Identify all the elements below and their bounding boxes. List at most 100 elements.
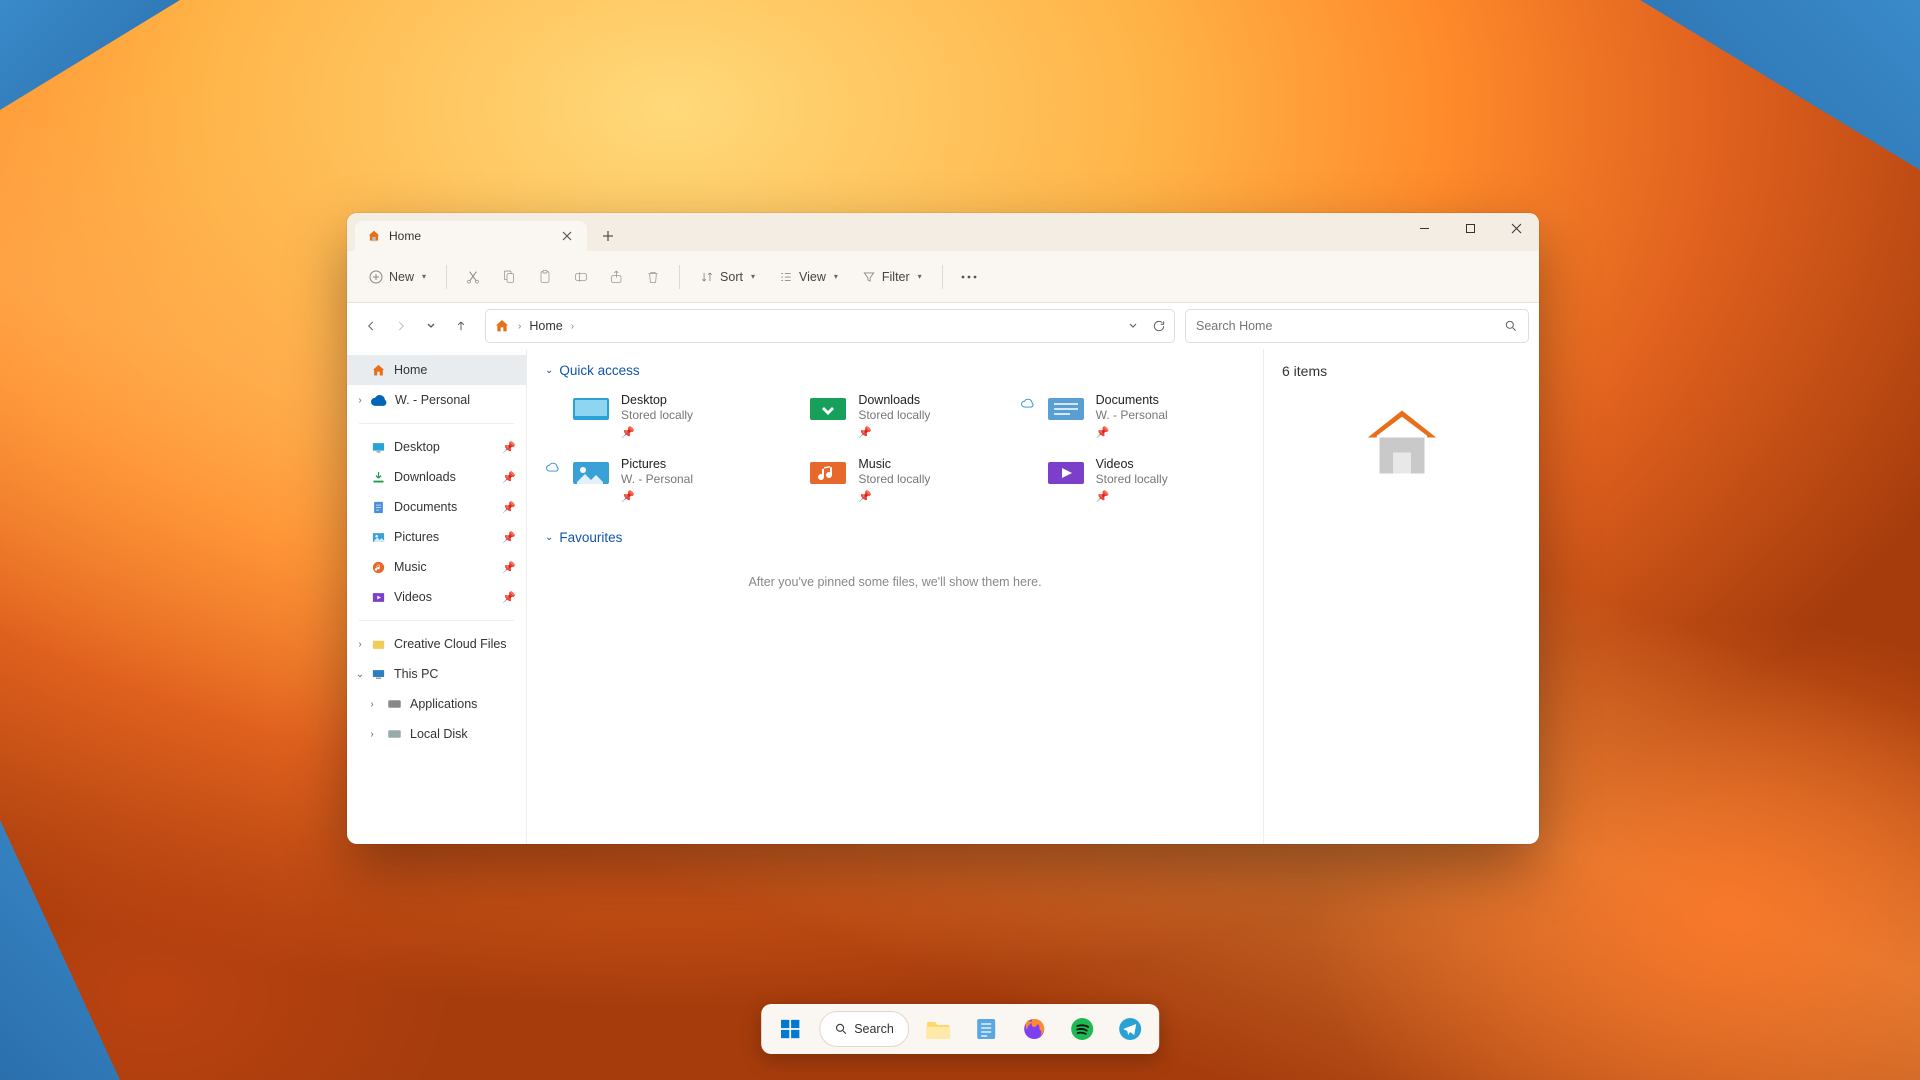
- section-quick-access[interactable]: ⌄ Quick access: [545, 363, 1245, 378]
- drive-icon: [387, 729, 402, 739]
- sidebar-item-videos[interactable]: Videos📌: [347, 582, 526, 612]
- videos-folder-icon: [1046, 456, 1086, 488]
- tab-close-button[interactable]: [559, 228, 575, 244]
- section-title: Quick access: [559, 363, 639, 378]
- sidebar-item-downloads[interactable]: Downloads📌: [347, 462, 526, 492]
- delete-button[interactable]: [637, 263, 669, 291]
- chevron-down-icon: ⌄: [353, 669, 367, 680]
- chevron-down-icon[interactable]: [1128, 321, 1138, 331]
- sync-badge: [782, 392, 798, 398]
- paste-icon: [537, 269, 553, 285]
- more-button[interactable]: [953, 269, 985, 285]
- chevron-right-icon: ›: [353, 639, 367, 650]
- sort-button[interactable]: Sort▾: [690, 264, 765, 290]
- pin-icon: 📌: [502, 441, 516, 454]
- cut-button[interactable]: [457, 263, 489, 291]
- downloads-folder-icon: [808, 392, 848, 424]
- pin-icon: 📌: [858, 426, 930, 440]
- quick-access-item[interactable]: Downloads Stored locally 📌: [782, 388, 1007, 444]
- view-button[interactable]: View▾: [769, 264, 848, 290]
- quick-access-item[interactable]: Pictures W. - Personal 📌: [545, 452, 770, 508]
- taskbar-notepad[interactable]: [967, 1010, 1005, 1048]
- home-large-icon: [1357, 397, 1447, 487]
- up-button[interactable]: [447, 312, 475, 340]
- new-label: New: [389, 270, 414, 284]
- copy-button[interactable]: [493, 263, 525, 291]
- item-location: Stored locally: [858, 472, 930, 488]
- back-button[interactable]: [357, 312, 385, 340]
- section-title: Favourites: [559, 530, 622, 545]
- sidebar-item-local-disk[interactable]: › Local Disk: [347, 719, 526, 749]
- favourites-empty-text: After you've pinned some files, we'll sh…: [545, 555, 1245, 609]
- toolbar-separator: [679, 265, 680, 289]
- start-button[interactable]: [771, 1010, 809, 1048]
- details-pane: 6 items: [1263, 349, 1539, 844]
- search-icon: [834, 1022, 848, 1036]
- sync-badge: [1020, 456, 1036, 462]
- search-box[interactable]: [1185, 309, 1529, 343]
- windows-icon: [779, 1018, 801, 1040]
- new-button[interactable]: New▾: [359, 264, 436, 290]
- minimize-button[interactable]: [1401, 213, 1447, 243]
- sidebar-item-creative-cloud[interactable]: ›Creative Cloud Files: [347, 629, 526, 659]
- taskbar-search[interactable]: Search: [819, 1011, 909, 1047]
- sidebar-item-label: Music: [394, 560, 427, 574]
- cut-icon: [465, 269, 481, 285]
- sidebar-item-music[interactable]: Music📌: [347, 552, 526, 582]
- sidebar-item-label: Local Disk: [410, 727, 468, 741]
- new-tab-button[interactable]: [593, 221, 623, 251]
- sidebar-item-documents[interactable]: Documents 📌: [347, 492, 526, 522]
- section-favourites[interactable]: ⌄ Favourites: [545, 530, 1245, 545]
- recent-button[interactable]: [417, 312, 445, 340]
- chevron-right-icon: ›: [518, 321, 521, 332]
- item-count: 6 items: [1282, 363, 1521, 379]
- taskbar-firefox[interactable]: [1015, 1010, 1053, 1048]
- quick-access-item[interactable]: Music Stored locally 📌: [782, 452, 1007, 508]
- sidebar-item-pictures[interactable]: Pictures📌: [347, 522, 526, 552]
- taskbar-spotify[interactable]: [1063, 1010, 1101, 1048]
- drive-icon: [387, 699, 402, 709]
- sidebar-item-label: Pictures: [394, 530, 439, 544]
- maximize-button[interactable]: [1447, 213, 1493, 243]
- taskbar-explorer[interactable]: [919, 1010, 957, 1048]
- search-icon: [1504, 319, 1518, 333]
- sidebar-item-onedrive[interactable]: › W. - Personal: [347, 385, 526, 415]
- pin-icon: 📌: [621, 490, 693, 504]
- rename-button[interactable]: [565, 263, 597, 291]
- tab-home[interactable]: Home: [355, 221, 587, 251]
- item-name: Music: [858, 456, 930, 472]
- close-window-button[interactable]: [1493, 213, 1539, 243]
- sidebar-item-applications[interactable]: ›Applications: [347, 689, 526, 719]
- paste-button[interactable]: [529, 263, 561, 291]
- search-input[interactable]: [1196, 319, 1496, 333]
- quick-access-item[interactable]: Videos Stored locally 📌: [1020, 452, 1245, 508]
- taskbar-telegram[interactable]: [1111, 1010, 1149, 1048]
- breadcrumb-home[interactable]: Home: [529, 319, 562, 333]
- item-location: W. - Personal: [621, 472, 693, 488]
- sidebar-item-this-pc[interactable]: ⌄This PC: [347, 659, 526, 689]
- music-icon: [371, 560, 386, 575]
- forward-button[interactable]: [387, 312, 415, 340]
- item-name: Pictures: [621, 456, 693, 472]
- share-button[interactable]: [601, 263, 633, 291]
- chevron-right-icon: ›: [365, 729, 379, 740]
- toolbar-separator: [446, 265, 447, 289]
- sidebar-item-desktop[interactable]: Desktop📌: [347, 432, 526, 462]
- quick-access-item[interactable]: Desktop Stored locally 📌: [545, 388, 770, 444]
- filter-button[interactable]: Filter▾: [852, 264, 932, 290]
- chevron-right-icon: ›: [571, 321, 574, 332]
- sidebar-item-label: Documents: [394, 500, 457, 514]
- address-bar[interactable]: › Home ›: [485, 309, 1175, 343]
- item-location: W. - Personal: [1096, 408, 1168, 424]
- sort-label: Sort: [720, 270, 743, 284]
- pictures-folder-icon: [571, 456, 611, 488]
- sidebar-item-home[interactable]: Home: [347, 355, 526, 385]
- pin-icon: 📌: [502, 501, 516, 514]
- more-icon: [961, 275, 977, 279]
- pin-icon: 📌: [858, 490, 930, 504]
- pin-icon: 📌: [502, 471, 516, 484]
- quick-access-item[interactable]: Documents W. - Personal 📌: [1020, 388, 1245, 444]
- arrow-up-icon: [454, 319, 468, 333]
- refresh-icon[interactable]: [1152, 319, 1166, 333]
- titlebar: Home: [347, 213, 1539, 251]
